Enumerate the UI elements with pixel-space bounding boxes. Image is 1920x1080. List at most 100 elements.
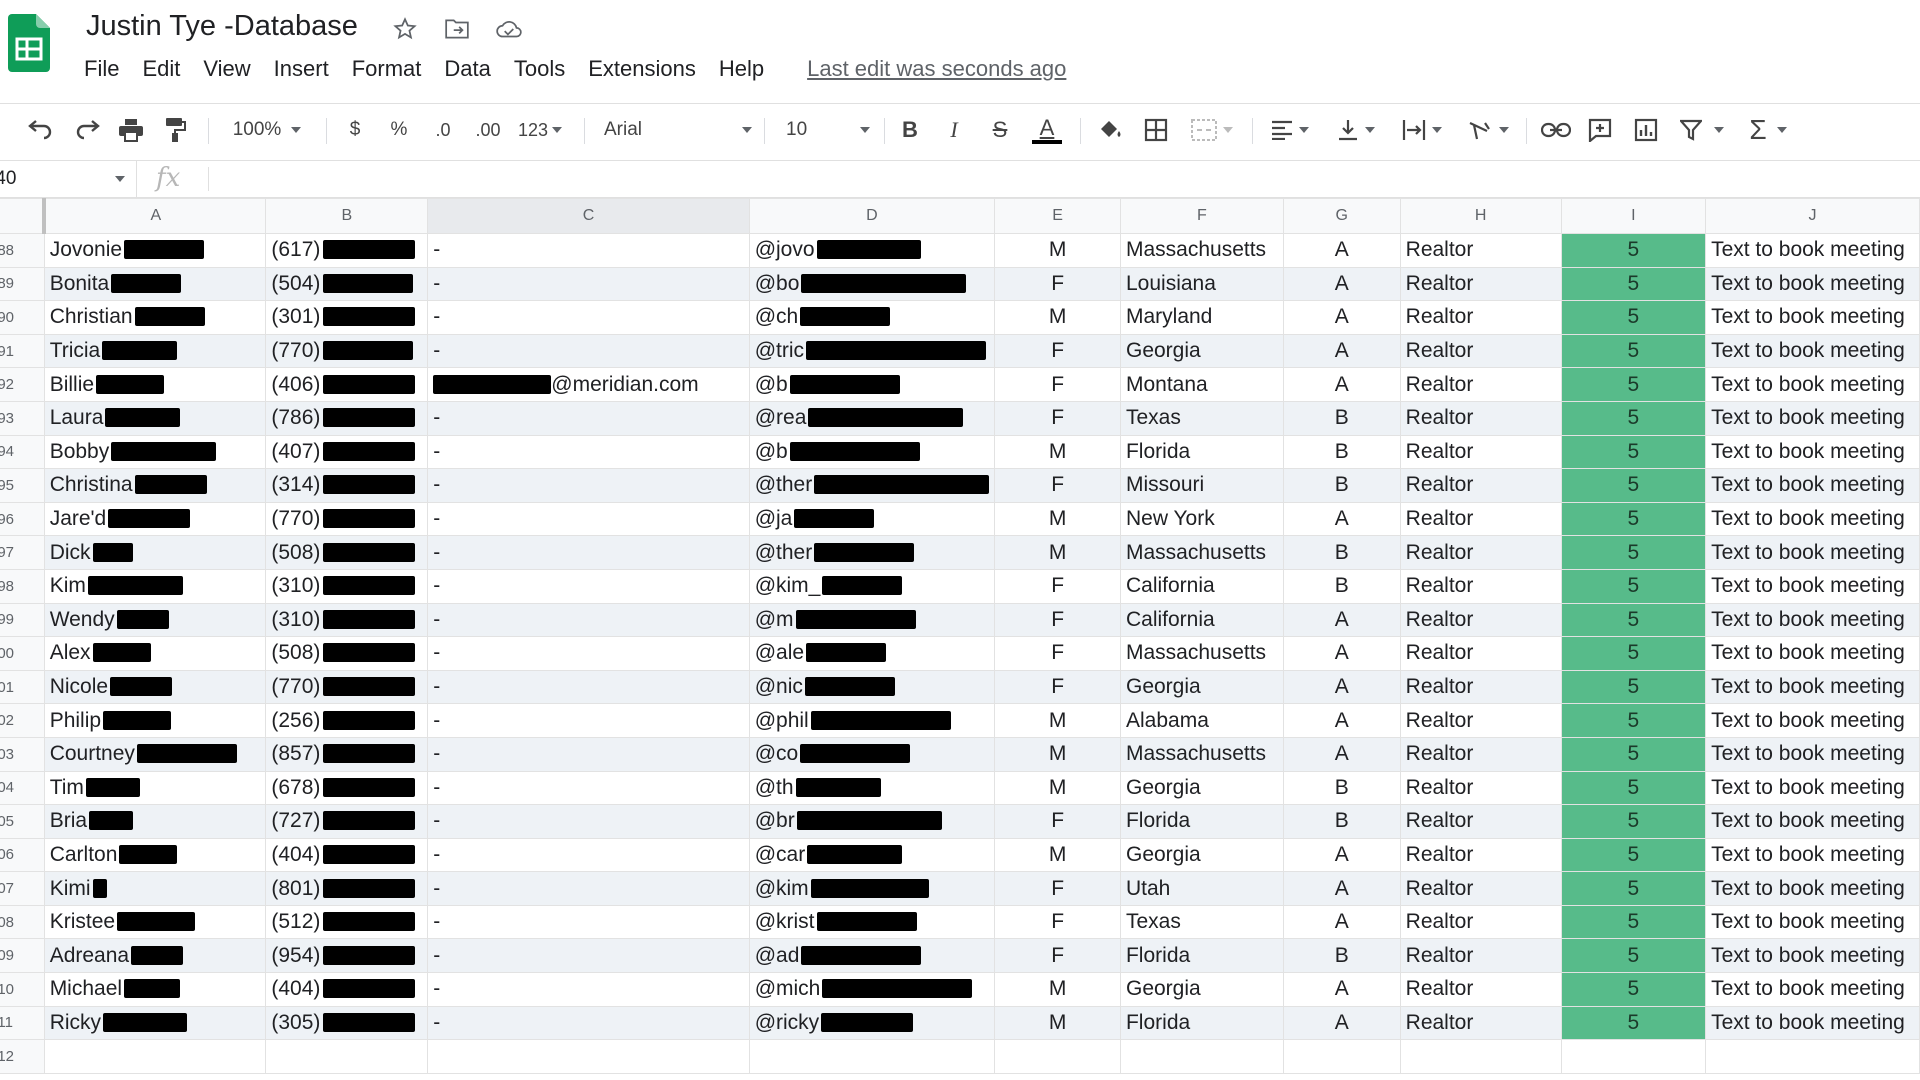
row-number[interactable]: 200 — [0, 636, 45, 671]
cell-name[interactable]: Billie — [43, 367, 267, 402]
cell-tier[interactable]: B — [1282, 770, 1401, 806]
cell-email[interactable]: - — [427, 501, 750, 537]
cell-handle[interactable]: @ther — [748, 468, 996, 503]
cell-email[interactable]: - — [427, 233, 750, 268]
cell-tier[interactable]: A — [1282, 871, 1401, 906]
print-icon[interactable] — [114, 112, 148, 148]
row-number[interactable]: 189 — [0, 266, 45, 302]
name-box[interactable]: I40 — [0, 161, 137, 197]
cell-state[interactable]: New York — [1119, 501, 1284, 537]
cell-email[interactable]: - — [427, 400, 750, 436]
menu-format[interactable]: Format — [352, 56, 433, 82]
cell-name[interactable]: Courtney — [43, 736, 267, 772]
cell-action[interactable]: Text to book meeting — [1705, 636, 1920, 671]
cell-action[interactable]: Text to book meeting — [1705, 468, 1920, 503]
cell-phone[interactable]: (406) — [265, 367, 429, 402]
row-number[interactable]: 190 — [0, 300, 45, 335]
cell-gender[interactable]: F — [994, 400, 1121, 436]
borders-icon[interactable] — [1140, 112, 1172, 148]
cell-tier[interactable]: A — [1282, 736, 1401, 772]
row-number[interactable]: 188 — [0, 233, 45, 268]
cell-handle[interactable]: @b — [748, 367, 996, 402]
cell-phone[interactable] — [265, 1039, 429, 1074]
row-number[interactable]: 194 — [0, 434, 45, 470]
vertical-align-icon[interactable] — [1332, 112, 1380, 148]
document-title[interactable]: Justin Tye -Database — [86, 10, 358, 43]
cell-action[interactable]: Text to book meeting — [1705, 233, 1920, 268]
cell-email[interactable]: - — [427, 333, 750, 369]
cell-state[interactable]: Alabama — [1119, 703, 1284, 738]
cell-action[interactable] — [1705, 1039, 1920, 1074]
percent-format-button[interactable]: % — [386, 112, 412, 148]
undo-icon[interactable] — [24, 112, 58, 148]
cell-phone[interactable]: (801) — [265, 871, 429, 906]
cell-tier[interactable] — [1282, 1039, 1401, 1074]
filter-icon[interactable] — [1676, 112, 1728, 148]
cell-score[interactable]: 5 — [1560, 300, 1707, 335]
cell-state[interactable]: Maryland — [1119, 300, 1284, 335]
cell-score[interactable]: 5 — [1560, 938, 1707, 974]
cell-handle[interactable]: @ja — [748, 501, 996, 537]
cell-phone[interactable]: (301) — [265, 300, 429, 335]
row-number[interactable]: 196 — [0, 501, 45, 537]
cell-gender[interactable]: F — [994, 871, 1121, 906]
row-number[interactable]: 195 — [0, 468, 45, 503]
cell-role[interactable]: Realtor — [1399, 333, 1562, 369]
cell-score[interactable]: 5 — [1560, 804, 1707, 839]
column-header[interactable]: E — [994, 198, 1121, 234]
more-formats-select[interactable]: 123 — [514, 112, 566, 148]
cell-tier[interactable]: A — [1282, 703, 1401, 738]
cell-name[interactable]: Tim — [43, 770, 267, 806]
cell-phone[interactable]: (504) — [265, 266, 429, 302]
cell-action[interactable]: Text to book meeting — [1705, 770, 1920, 806]
cell-email[interactable] — [427, 1039, 750, 1074]
menu-view[interactable]: View — [203, 56, 261, 82]
column-header[interactable]: B — [265, 198, 429, 234]
menu-edit[interactable]: Edit — [142, 56, 191, 82]
cell-action[interactable]: Text to book meeting — [1705, 736, 1920, 772]
cell-phone[interactable]: (404) — [265, 837, 429, 873]
menu-help[interactable]: Help — [719, 56, 775, 82]
cell-score[interactable]: 5 — [1560, 703, 1707, 738]
cell-email[interactable]: - — [427, 736, 750, 772]
strikethrough-button[interactable]: S — [986, 112, 1014, 148]
cell-email[interactable]: - — [427, 770, 750, 806]
row-number[interactable]: 212 — [0, 1039, 45, 1074]
row-number[interactable]: 199 — [0, 602, 45, 638]
cell-action[interactable]: Text to book meeting — [1705, 300, 1920, 335]
cell-name[interactable]: Jovonie — [43, 233, 267, 268]
cell-gender[interactable]: F — [994, 266, 1121, 302]
cell-role[interactable]: Realtor — [1399, 736, 1562, 772]
menu-insert[interactable]: Insert — [274, 56, 340, 82]
cell-score[interactable]: 5 — [1560, 636, 1707, 671]
cell-name[interactable]: Bonita — [43, 266, 267, 302]
cell-state[interactable]: Georgia — [1119, 669, 1284, 705]
cell-email[interactable]: - — [427, 871, 750, 906]
cell-tier[interactable]: B — [1282, 535, 1401, 570]
cell-score[interactable]: 5 — [1560, 501, 1707, 537]
cell-state[interactable]: Florida — [1119, 804, 1284, 839]
cell-role[interactable]: Realtor — [1399, 434, 1562, 470]
cell-email[interactable]: - — [427, 669, 750, 705]
cell-state[interactable]: Georgia — [1119, 333, 1284, 369]
cell-role[interactable]: Realtor — [1399, 938, 1562, 974]
cell-email[interactable]: - — [427, 703, 750, 738]
cell-gender[interactable]: F — [994, 938, 1121, 974]
cell-phone[interactable]: (727) — [265, 804, 429, 839]
cell-phone[interactable]: (770) — [265, 501, 429, 537]
redo-icon[interactable] — [70, 112, 104, 148]
cell-name[interactable]: Dick — [43, 535, 267, 570]
cell-role[interactable]: Realtor — [1399, 804, 1562, 839]
cell-email[interactable]: - — [427, 602, 750, 638]
text-rotation-icon[interactable] — [1464, 112, 1512, 148]
cell-email[interactable]: - — [427, 837, 750, 873]
cell-phone[interactable]: (256) — [265, 703, 429, 738]
column-header[interactable]: I — [1560, 198, 1707, 234]
cell-state[interactable]: Florida — [1119, 434, 1284, 470]
cell-action[interactable]: Text to book meeting — [1705, 938, 1920, 974]
cell-tier[interactable]: A — [1282, 266, 1401, 302]
cell-handle[interactable]: @co — [748, 736, 996, 772]
cell-handle[interactable]: @kim — [748, 871, 996, 906]
cell-action[interactable]: Text to book meeting — [1705, 535, 1920, 570]
cell-action[interactable]: Text to book meeting — [1705, 804, 1920, 839]
